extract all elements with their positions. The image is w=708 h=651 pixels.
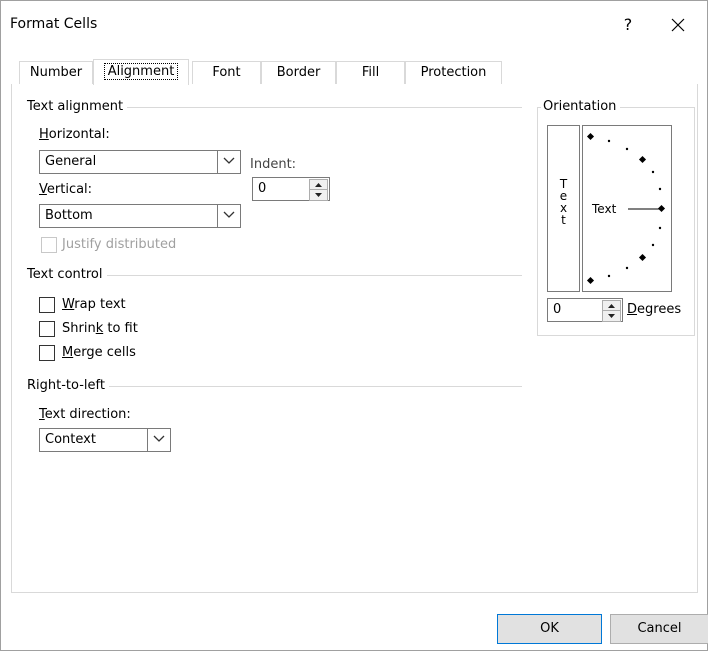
horizontal-label: Horizontal: xyxy=(39,127,110,142)
orientation-dial[interactable]: Text xyxy=(582,125,672,292)
horizontal-select[interactable]: General xyxy=(39,150,241,174)
degrees-value: 0 xyxy=(553,302,562,317)
text-direction-value: Context xyxy=(45,432,96,447)
right-to-left-group-label: Right-to-left xyxy=(27,378,109,393)
text-control-group-label: Text control xyxy=(27,267,107,282)
vertical-text: T e x t xyxy=(559,177,568,227)
vertical-label: Vertical: xyxy=(39,182,93,197)
tab-alignment[interactable]: Alignment xyxy=(93,59,189,85)
vertical-dropdown-button[interactable] xyxy=(217,205,240,227)
tab-protection[interactable]: Protection xyxy=(405,61,502,84)
shrink-to-fit-checkbox[interactable] xyxy=(39,321,55,337)
close-icon xyxy=(671,18,685,32)
tab-border[interactable]: Border xyxy=(261,61,336,84)
tab-font[interactable]: Font xyxy=(192,61,261,84)
indent-spinner[interactable]: 0 xyxy=(252,177,330,201)
tab-fill[interactable]: Fill xyxy=(336,61,405,84)
spin-arrows-icon xyxy=(608,304,615,318)
chevron-down-icon xyxy=(223,211,235,218)
spin-arrows-icon xyxy=(315,183,322,197)
ok-button[interactable]: OK xyxy=(497,614,602,644)
horizontal-dropdown-button[interactable] xyxy=(217,151,240,173)
text-direction-select[interactable]: Context xyxy=(39,428,171,452)
dial-text-label: Text xyxy=(592,202,617,216)
orientation-group-label: Orientation xyxy=(541,99,621,114)
indent-label: Indent: xyxy=(250,157,297,172)
degrees-label: Degrees xyxy=(627,302,682,317)
justify-distributed-checkbox[interactable] xyxy=(41,237,57,253)
help-button[interactable]: ? xyxy=(611,11,645,39)
vertical-text-button[interactable]: T e x t xyxy=(547,125,580,292)
horizontal-select-value: General xyxy=(45,154,97,169)
vertical-select-value: Bottom xyxy=(45,208,93,223)
title-bar: Format Cells ? xyxy=(1,1,707,47)
merge-cells-label: Merge cells xyxy=(62,345,136,360)
indent-spin-buttons[interactable] xyxy=(309,179,328,201)
chevron-down-icon xyxy=(153,435,165,442)
tab-alignment-label: Alignment xyxy=(103,63,179,80)
dialog-title: Format Cells xyxy=(10,16,98,32)
text-alignment-group-label: Text alignment xyxy=(27,99,128,114)
chevron-down-icon xyxy=(223,157,235,164)
text-direction-dropdown-button[interactable] xyxy=(147,429,170,451)
justify-distributed-label: Justify distributed xyxy=(62,237,177,252)
text-direction-label: Text direction: xyxy=(39,407,131,422)
vertical-select[interactable]: Bottom xyxy=(39,204,241,228)
wrap-text-checkbox[interactable] xyxy=(39,297,55,313)
shrink-to-fit-label: Shrink to fit xyxy=(62,321,138,336)
degrees-spinner[interactable]: 0 xyxy=(547,298,623,322)
merge-cells-checkbox[interactable] xyxy=(39,345,55,361)
tab-number[interactable]: Number xyxy=(19,61,93,84)
cancel-button[interactable]: Cancel xyxy=(610,614,708,644)
degrees-spin-buttons[interactable] xyxy=(602,300,621,322)
indent-value: 0 xyxy=(258,181,267,196)
wrap-text-label: Wrap text xyxy=(62,297,126,312)
close-button[interactable] xyxy=(661,11,695,39)
